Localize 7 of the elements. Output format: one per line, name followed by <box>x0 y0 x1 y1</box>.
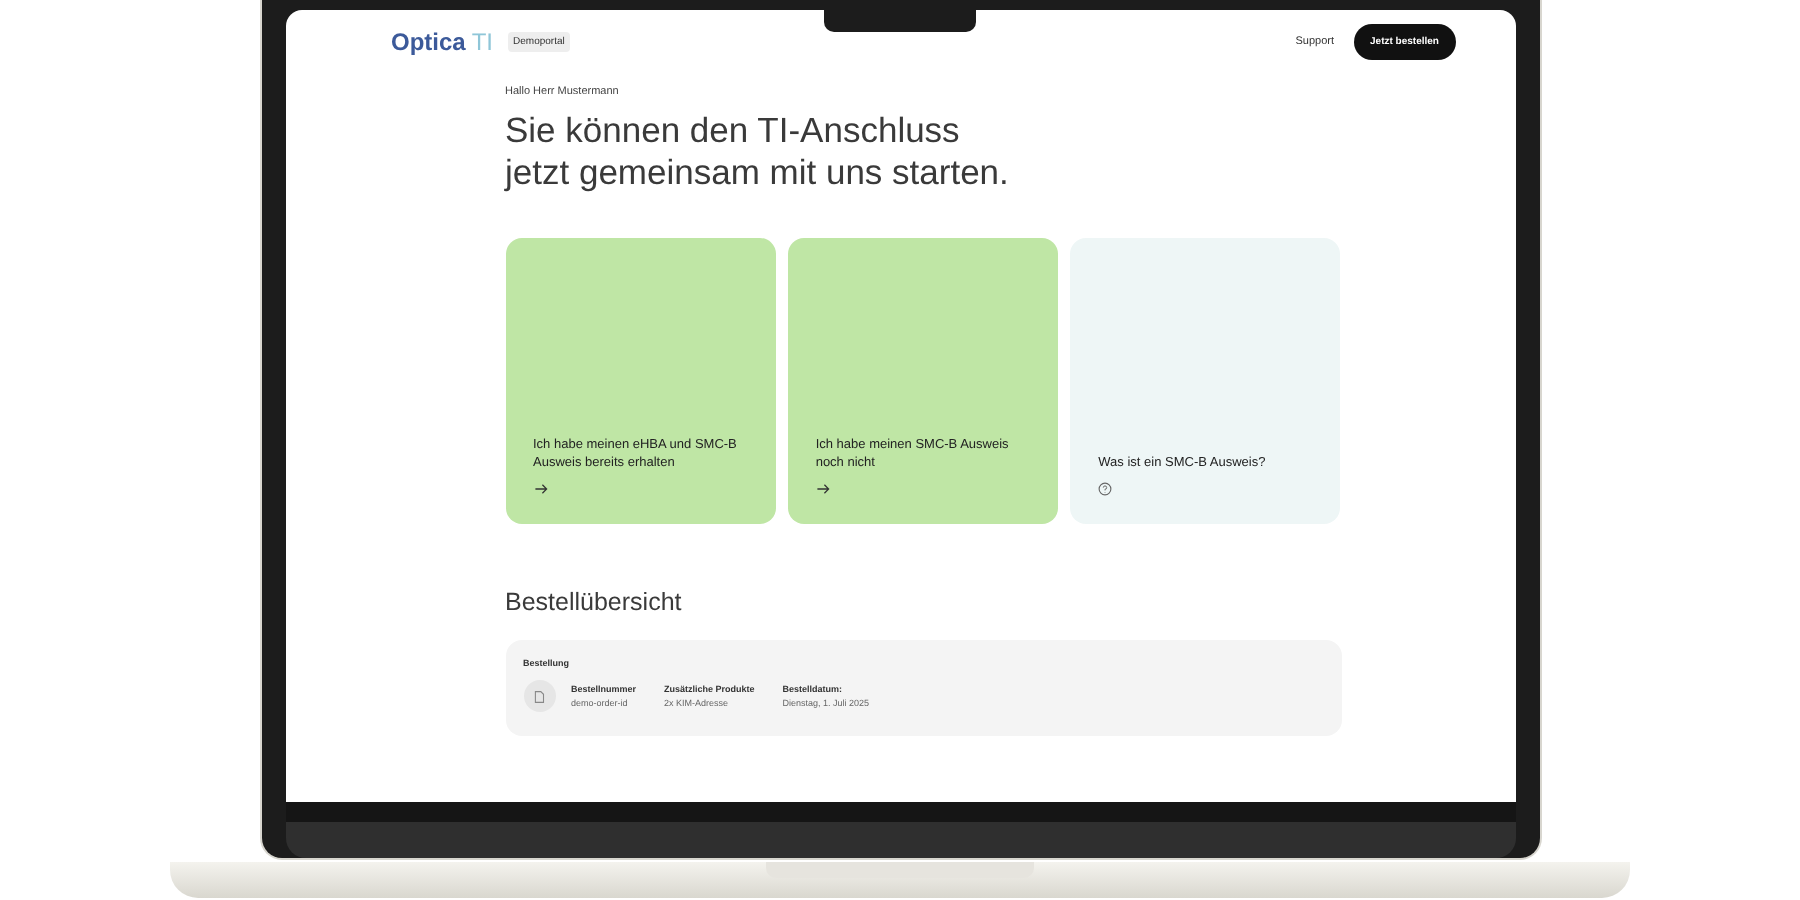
arrow-right-icon <box>533 482 547 496</box>
headline: Sie können den TI-Anschluss jetzt gemeinsam mit uns starten. <box>505 110 1011 194</box>
question-icon <box>1098 482 1113 496</box>
arrow-right-icon <box>815 482 830 496</box>
logo[interactable]: Optica TI <box>391 28 494 56</box>
section-title: Bestellübersicht <box>505 588 684 616</box>
document-icon <box>523 680 555 712</box>
